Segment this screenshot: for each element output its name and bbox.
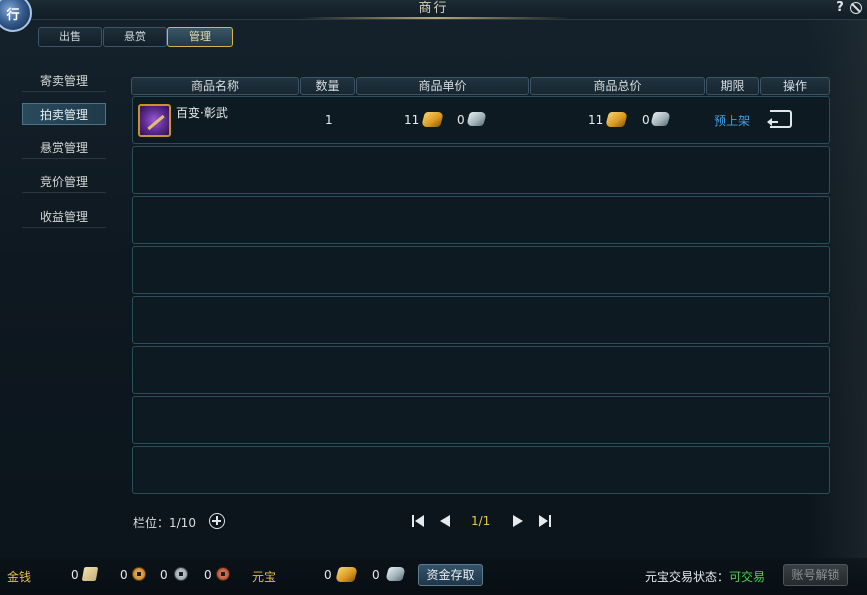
item-name: 百变·彰武	[176, 106, 228, 120]
item-quantity: 1	[325, 113, 333, 127]
silver-coin-icon	[174, 567, 188, 581]
gold-ingot-icon	[604, 112, 629, 127]
sidebar-item-bidding[interactable]: 竞价管理	[22, 171, 106, 193]
table-row-empty	[132, 346, 830, 394]
gold-coin-amount: 0	[120, 568, 128, 582]
table-row-empty	[132, 196, 830, 244]
sidebar-item-consignment[interactable]: 寄卖管理	[22, 70, 106, 92]
unit-price-silver: 0	[457, 113, 465, 127]
trade-status-value: 可交易	[729, 570, 766, 584]
title-glow	[300, 17, 570, 19]
first-page-icon[interactable]	[412, 514, 426, 528]
silver-ingot-icon	[466, 112, 487, 126]
column-header-name[interactable]: 商品名称	[131, 77, 299, 95]
column-header-total-price[interactable]: 商品总价	[530, 77, 705, 95]
page-indicator: 1/1	[471, 514, 491, 528]
window-title: 商行	[418, 1, 449, 16]
scroll-icon	[81, 567, 99, 581]
total-price-silver: 0	[642, 113, 650, 127]
tab-bounty[interactable]: 悬赏	[103, 27, 167, 47]
slots-label: 栏位：1/10	[133, 516, 196, 530]
return-icon[interactable]	[767, 110, 792, 128]
copper-coin-amount: 0	[204, 568, 212, 582]
sidebar-item-bounty[interactable]: 悬赏管理	[22, 137, 106, 159]
account-unlock-button[interactable]: 账号解锁	[783, 564, 848, 586]
gold-ingot-icon	[420, 112, 445, 127]
sidebar-item-earnings[interactable]: 收益管理	[22, 206, 106, 228]
prev-page-icon[interactable]	[438, 514, 452, 528]
column-header-action: 操作	[760, 77, 830, 95]
money-label: 金钱	[7, 570, 32, 584]
column-header-term[interactable]: 期限	[706, 77, 759, 95]
column-header-unit-price[interactable]: 商品单价	[356, 77, 529, 95]
table-row-empty	[132, 396, 830, 444]
last-page-icon[interactable]	[538, 514, 552, 528]
close-icon[interactable]	[850, 2, 862, 14]
next-page-icon[interactable]	[511, 514, 525, 528]
trade-window: 商行 行 ? 出售 悬赏 管理 寄卖管理 拍卖管理 悬赏管理 竞价管理 收益管理…	[0, 0, 867, 595]
silver-coin-amount: 0	[160, 568, 168, 582]
trade-status-label: 元宝交易状态：	[645, 570, 730, 584]
deposit-withdraw-button[interactable]: 资金存取	[418, 564, 483, 586]
yuanbao-label: 元宝	[252, 570, 277, 584]
table-row-empty	[132, 146, 830, 194]
add-slot-icon[interactable]	[209, 513, 225, 529]
table-row-empty	[132, 446, 830, 494]
table-row[interactable]: 百变·彰武 1 11 0 11 0 预上架	[132, 96, 830, 144]
item-icon[interactable]	[138, 104, 171, 137]
copper-coin-icon	[216, 567, 230, 581]
total-price-gold: 11	[588, 113, 604, 127]
gold-coin-icon	[132, 567, 146, 581]
sidebar-item-auction[interactable]: 拍卖管理	[22, 103, 106, 125]
help-icon[interactable]: ?	[834, 1, 846, 15]
scroll-amount: 0	[71, 568, 79, 582]
table-row-empty	[132, 296, 830, 344]
table-row-empty	[132, 246, 830, 294]
unit-price-gold: 11	[404, 113, 420, 127]
column-header-quantity[interactable]: 数量	[300, 77, 355, 95]
tab-manage[interactable]: 管理	[167, 27, 233, 47]
silver-ingot-icon	[650, 112, 671, 126]
tab-sell[interactable]: 出售	[38, 27, 102, 47]
yuanbao-silver-amount: 0	[372, 568, 380, 582]
term-preshelf-link[interactable]: 预上架	[714, 112, 750, 129]
yuanbao-gold-amount: 0	[324, 568, 332, 582]
logo-icon: 行	[0, 0, 32, 32]
